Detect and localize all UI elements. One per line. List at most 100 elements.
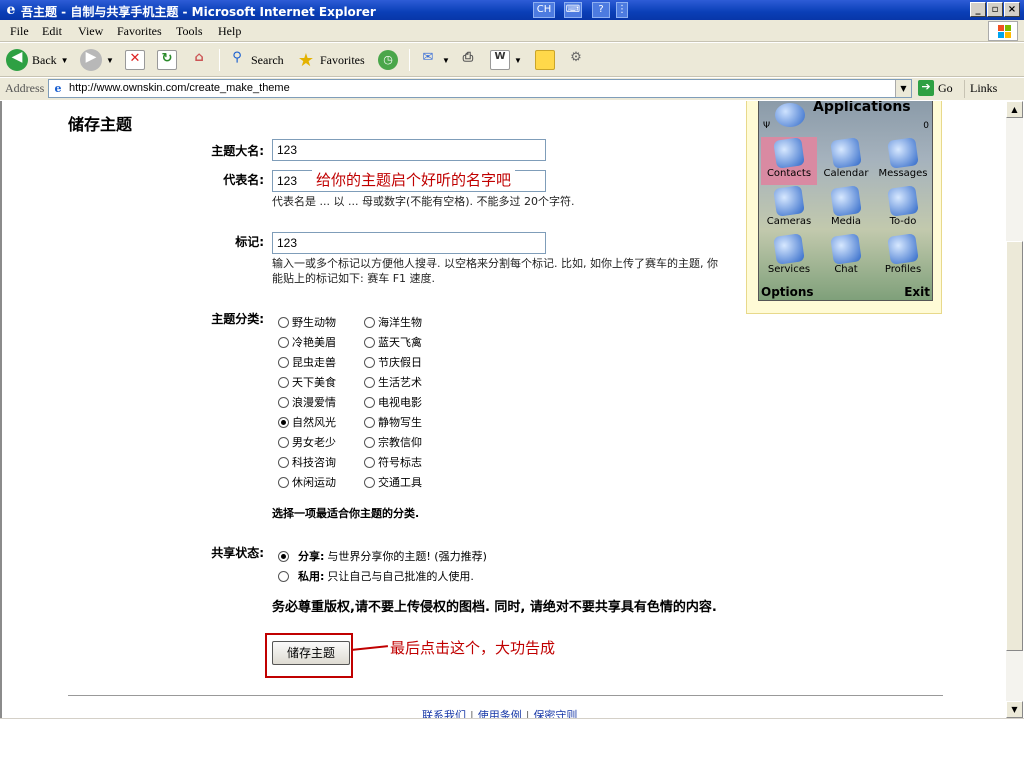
share-private-radio[interactable]: 私用: 只让自己与自己批准的人使用. (278, 568, 474, 584)
menu-file[interactable]: File (10, 24, 29, 39)
phone-app-label: Messages (878, 168, 928, 179)
notes-button[interactable] (535, 48, 555, 72)
theme-name-input[interactable]: 123 (272, 139, 546, 161)
radio-icon[interactable] (364, 316, 375, 328)
footer-links: 联系我们 | 使用条例 | 保密守则 (422, 707, 577, 718)
history-button[interactable]: ◷ (378, 48, 398, 72)
menu-edit[interactable]: Edit (42, 24, 62, 39)
forward-button[interactable]: ▶ ▼ (80, 48, 114, 72)
radio-icon[interactable] (364, 336, 375, 348)
category-option[interactable]: 男女老少 (278, 434, 336, 450)
radio-icon[interactable] (278, 356, 289, 368)
category-option[interactable]: 野生动物 (278, 314, 336, 330)
radio-icon[interactable] (364, 456, 375, 468)
phone-app-tile: Cameras (761, 185, 817, 233)
category-option-label: 宗教信仰 (378, 436, 422, 449)
home-button[interactable]: ⌂ (189, 48, 209, 72)
radio-icon[interactable] (278, 316, 289, 328)
tags-input[interactable]: 123 (272, 232, 546, 254)
category-option[interactable]: 电视电影 (364, 394, 422, 410)
radio-selected-icon[interactable] (278, 416, 289, 428)
language-indicator[interactable]: CH (533, 2, 555, 18)
refresh-button[interactable]: ↻ (157, 48, 177, 72)
address-url[interactable]: http://www.ownskin.com/create_make_theme (69, 82, 290, 94)
category-option[interactable]: 天下美食 (278, 374, 336, 390)
category-option[interactable]: 宗教信仰 (364, 434, 422, 450)
radio-icon[interactable] (364, 476, 375, 488)
category-option[interactable]: 科技咨询 (278, 454, 336, 470)
help-icon[interactable]: ? (592, 2, 610, 18)
footer-link-privacy[interactable]: 保密守则 (533, 709, 577, 718)
back-button[interactable]: ◀ Back ▼ (6, 48, 69, 72)
edit-button[interactable]: W ▼ (490, 48, 522, 72)
phone-app-icon (887, 137, 919, 169)
links-button[interactable]: Links (970, 81, 997, 96)
radio-icon[interactable] (278, 476, 289, 488)
signal-icon: Ψ (763, 121, 771, 131)
close-button[interactable]: × (1004, 2, 1020, 17)
category-option[interactable]: 交通工具 (364, 474, 422, 490)
radio-icon[interactable] (364, 416, 375, 428)
search-button[interactable]: ⚲ Search (227, 48, 283, 72)
category-option[interactable]: 自然风光 (278, 414, 336, 430)
phone-app-icon (773, 233, 805, 265)
menu-help[interactable]: Help (218, 24, 241, 39)
category-option[interactable]: 符号标志 (364, 454, 422, 470)
radio-icon[interactable] (278, 336, 289, 348)
tags-label: 标记: (235, 235, 264, 249)
keyboard-icon[interactable]: ⌨ (564, 2, 582, 18)
category-option[interactable]: 休闲运动 (278, 474, 336, 490)
radio-icon[interactable] (364, 376, 375, 388)
messenger-icon: ⚙ (570, 50, 582, 65)
category-option-label: 交通工具 (378, 476, 422, 489)
menu-favorites[interactable]: Favorites (117, 24, 162, 39)
vertical-scrollbar[interactable]: ▲ ▼ (1006, 101, 1023, 718)
address-label: Address (5, 81, 45, 95)
category-option[interactable]: 蓝天飞禽 (364, 334, 422, 350)
radio-icon[interactable] (278, 570, 289, 582)
radio-icon[interactable] (364, 356, 375, 368)
category-option-label: 自然风光 (292, 416, 336, 429)
category-option-label: 男女老少 (292, 436, 336, 449)
minimize-button[interactable]: _ (970, 2, 986, 17)
share-public-radio[interactable]: 分享: 与世界分享你的主题! (强力推荐) (278, 548, 487, 564)
restore-button[interactable]: ▫ (987, 2, 1003, 17)
radio-icon[interactable] (278, 436, 289, 448)
address-input[interactable]: e http://www.ownskin.com/create_make_the… (48, 79, 912, 98)
radio-icon[interactable] (278, 396, 289, 408)
favorites-button[interactable]: ★ Favorites (296, 48, 365, 72)
category-option[interactable]: 昆虫走兽 (278, 354, 336, 370)
status-bar (0, 718, 1024, 768)
radio-icon[interactable] (364, 436, 375, 448)
scroll-down-icon[interactable]: ▼ (1006, 701, 1023, 718)
radio-icon[interactable] (278, 376, 289, 388)
menu-view[interactable]: View (78, 24, 103, 39)
print-button[interactable]: ⎙ (458, 48, 478, 72)
category-option[interactable]: 生活艺术 (364, 374, 422, 390)
radio-icon[interactable] (278, 456, 289, 468)
category-option[interactable]: 节庆假日 (364, 354, 422, 370)
scroll-up-icon[interactable]: ▲ (1006, 101, 1023, 118)
go-button[interactable]: ➔ Go (918, 80, 953, 96)
menu-tools[interactable]: Tools (176, 24, 203, 39)
messenger-button[interactable]: ⚙ (566, 48, 586, 72)
radio-selected-icon[interactable] (278, 550, 289, 562)
radio-icon[interactable] (364, 396, 375, 408)
save-theme-button[interactable]: 储存主题 (272, 641, 350, 665)
category-option[interactable]: 冷艳美眉 (278, 334, 336, 350)
tray-options-icon[interactable]: ⋮ (616, 2, 628, 18)
stop-button[interactable]: ✕ (125, 48, 145, 72)
address-dropdown-icon[interactable]: ▼ (895, 80, 911, 97)
footer-link-terms[interactable]: 使用条例 (478, 709, 522, 718)
mail-button[interactable]: ✉ ▼ (418, 48, 450, 72)
theme-name-annotation: 给你的主题启个好听的名字吧 (312, 169, 516, 190)
tags-help: 输入一或多个标记以方便他人搜寻. 以空格来分割每个标记. 比如, 如你上传了赛车… (272, 257, 718, 285)
phone-app-tile: Messages (875, 137, 931, 185)
category-option[interactable]: 静物写生 (364, 414, 422, 430)
footer-link-contact[interactable]: 联系我们 (422, 709, 466, 718)
scroll-thumb[interactable] (1006, 241, 1023, 651)
category-option[interactable]: 浪漫爱情 (278, 394, 336, 410)
category-option[interactable]: 海洋生物 (364, 314, 422, 330)
category-option-label: 科技咨询 (292, 456, 336, 469)
copyright-warning: 务必尊重版权,请不要上传侵权的图档. 同时, 请绝对不要共享具有色情的内容. (272, 600, 717, 615)
